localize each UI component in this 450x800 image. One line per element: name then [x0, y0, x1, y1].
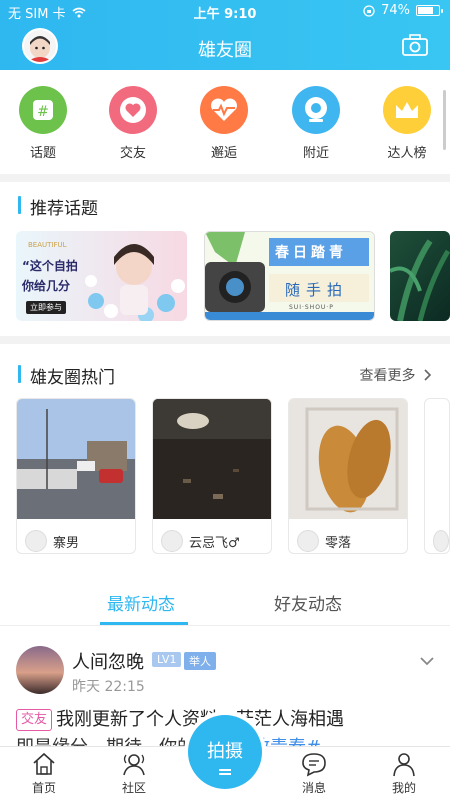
- heart-icon: [109, 86, 157, 134]
- category-friends[interactable]: 交友: [98, 86, 168, 161]
- orientation-lock-icon: [363, 4, 375, 17]
- level-badge: LV1: [152, 652, 182, 667]
- hot-card-username: 云忌飞♂: [189, 535, 240, 551]
- hot-card-image: [153, 399, 271, 519]
- category-leaderboard[interactable]: 达人榜: [372, 86, 442, 161]
- chevron-right-icon: [424, 369, 432, 381]
- message-icon: [302, 753, 326, 777]
- topic-card-line2: 你给几分: [22, 279, 71, 293]
- hot-card-image: [425, 399, 450, 519]
- bottom-nav: 首页 社区 拍摄 消息 我的: [0, 715, 450, 800]
- nav-community[interactable]: 社区: [104, 751, 164, 796]
- hot-card-image: [289, 399, 407, 519]
- hot-card-username: 寨男: [53, 535, 80, 551]
- topic-card-spring-title: 春日踏青: [275, 245, 347, 261]
- status-bar: 无 SIM 卡 上午 9:10 74%: [0, 0, 450, 22]
- hot-card[interactable]: 云忌飞♂: [152, 398, 272, 554]
- avatar: [161, 530, 183, 552]
- avatar: [433, 530, 449, 552]
- role-badge: 举人: [184, 652, 216, 670]
- see-more-label: 查看更多: [359, 368, 416, 384]
- category-label: 达人榜: [387, 146, 427, 161]
- topic-card-spring[interactable]: 春日踏青 随手拍 SUI·SHOU·P: [204, 231, 375, 321]
- hot-title: 雄友圈热门: [18, 363, 115, 388]
- post-author[interactable]: 人间忽晚: [72, 648, 144, 674]
- nav-messages[interactable]: 消息: [284, 751, 344, 796]
- category-topics[interactable]: # 话题: [8, 86, 78, 161]
- nav-home-label: 首页: [31, 781, 56, 795]
- topic-card-line1: “这个自拍: [22, 259, 78, 273]
- post-tag[interactable]: 交友: [16, 709, 53, 731]
- tab-friends[interactable]: 好友动态: [274, 590, 342, 615]
- svg-text:#: #: [37, 104, 49, 120]
- category-encounter[interactable]: 邂逅: [189, 86, 259, 161]
- nav-messages-label: 消息: [301, 781, 326, 795]
- hot-card-user: 寨男: [17, 523, 135, 553]
- community-icon: [123, 754, 145, 776]
- nav-home[interactable]: 首页: [14, 751, 74, 796]
- heartbeat-icon: [200, 86, 248, 134]
- see-more-link[interactable]: 查看更多: [360, 365, 432, 385]
- tab-underline: [100, 622, 188, 625]
- topic-card-partial[interactable]: [390, 231, 450, 321]
- topic-card-spring-pinyin: SUI·SHOU·P: [289, 304, 334, 311]
- category-label: 话题: [29, 146, 56, 161]
- avatar: [25, 530, 47, 552]
- shoot-button[interactable]: 拍摄: [188, 715, 262, 789]
- nav-community-label: 社区: [121, 781, 146, 795]
- home-icon: [33, 752, 55, 775]
- camera-icon[interactable]: [402, 34, 428, 56]
- hot-card-username: 零落: [325, 535, 352, 551]
- chevron-down-icon[interactable]: [420, 654, 434, 668]
- avatar: [297, 530, 319, 552]
- nav-mine-label: 我的: [391, 781, 416, 795]
- battery-percent: 74%: [381, 3, 410, 18]
- hot-card-user: 零落: [289, 523, 407, 553]
- topic-card-caption-small: BEAUTIFUL: [28, 241, 67, 249]
- category-row: # 话题 交友 邂逅 附近 达人榜: [0, 86, 450, 166]
- hot-card[interactable]: 寨男: [16, 398, 136, 554]
- tab-latest[interactable]: 最新动态: [107, 590, 175, 615]
- topic-card-join: 立即参与: [26, 301, 66, 314]
- hot-card[interactable]: [424, 398, 450, 554]
- nav-mine[interactable]: 我的: [374, 751, 434, 796]
- recommended-title: 推荐话题: [18, 194, 98, 219]
- section-divider: [0, 174, 450, 182]
- category-label: 交友: [119, 146, 146, 161]
- menu-lines-icon: [219, 769, 231, 775]
- category-label: 附近: [302, 146, 329, 161]
- page-title: 雄友圈: [198, 40, 252, 61]
- scrollbar[interactable]: [443, 90, 446, 150]
- app-header: 无 SIM 卡 上午 9:10 74% 雄友圈: [0, 0, 450, 70]
- topic-card-selfie[interactable]: BEAUTIFUL “这个自拍 你给几分 立即参与: [16, 231, 187, 321]
- hashtag-icon: #: [19, 86, 67, 134]
- location-icon: [292, 86, 340, 134]
- avatar[interactable]: [16, 646, 64, 694]
- person-icon: [393, 753, 415, 777]
- topic-card-spring-sub: 随手拍: [285, 281, 349, 299]
- hot-card-user: 云忌飞♂: [153, 523, 271, 553]
- post-time: 昨天 22:15: [72, 679, 145, 695]
- section-divider: [0, 336, 450, 344]
- category-label: 邂逅: [210, 146, 237, 161]
- status-right: 74%: [363, 3, 443, 18]
- hot-card-image: [17, 399, 135, 519]
- shoot-label: 拍摄: [207, 741, 243, 762]
- hot-card[interactable]: 零落: [288, 398, 408, 554]
- category-nearby[interactable]: 附近: [281, 86, 351, 161]
- feed-tabs: 最新动态 好友动态: [0, 578, 450, 626]
- hot-card-user: [425, 523, 449, 553]
- crown-icon: [383, 86, 431, 134]
- battery-icon: [416, 5, 443, 16]
